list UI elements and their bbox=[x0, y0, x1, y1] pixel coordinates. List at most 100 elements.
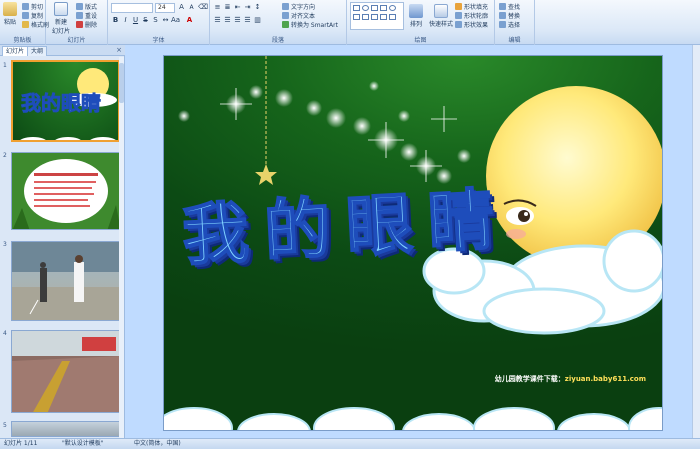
select-button[interactable]: 选择 bbox=[499, 20, 520, 29]
delete-slide-button[interactable]: 删除 bbox=[76, 20, 97, 29]
slide-thumbnail-5[interactable] bbox=[11, 421, 120, 437]
copy-icon bbox=[22, 12, 29, 19]
delete-icon bbox=[76, 21, 83, 28]
shadow-button[interactable]: S bbox=[151, 16, 160, 25]
numbering-icon[interactable]: ≣ bbox=[223, 3, 232, 12]
paragraph-group: ≡ ≣ ⇤ ⇥ ↕ ☰ ☰ ☰ ☰ ▥ 文字方向 对齐文本 转换为 SmartA… bbox=[210, 0, 347, 45]
arrange-button[interactable]: 排列 bbox=[409, 4, 423, 28]
text-direction-button[interactable]: 文字方向 bbox=[282, 2, 315, 11]
smartart-icon bbox=[282, 21, 289, 28]
slide-canvas[interactable]: 我的眼睛 幼儿园教学课件下载：ziyuan.baby611.com bbox=[163, 55, 663, 431]
smartart-button[interactable]: 转换为 SmartArt bbox=[282, 20, 338, 29]
shrink-font-button[interactable]: A bbox=[187, 3, 196, 12]
thumb-number: 2 bbox=[3, 152, 7, 159]
italic-button[interactable]: I bbox=[121, 16, 130, 25]
spacing-button[interactable]: ↔ bbox=[161, 16, 170, 25]
underline-button[interactable]: U bbox=[131, 16, 140, 25]
bold-button[interactable]: B bbox=[111, 16, 120, 25]
format-painter-button[interactable]: 格式刷 bbox=[22, 20, 49, 29]
increase-indent-icon[interactable]: ⇥ bbox=[243, 3, 252, 12]
slide-editing-area: 我的眼睛 幼儿园教学课件下载：ziyuan.baby611.com bbox=[126, 45, 700, 438]
star-shape-icon[interactable] bbox=[371, 14, 378, 20]
brace-shape-icon[interactable] bbox=[380, 14, 387, 20]
group-label-slides: 幻灯片 bbox=[67, 37, 86, 44]
new-slide-icon bbox=[54, 2, 68, 16]
font-size-combo[interactable]: 24 bbox=[155, 3, 175, 13]
slide-thumbnail-2[interactable] bbox=[11, 152, 120, 230]
slide-thumbnail-3[interactable] bbox=[11, 241, 120, 321]
slide-panel: 幻灯片 大纲 × 1 我的眼睛 2 3 4 5 bbox=[0, 45, 125, 438]
replace-icon bbox=[499, 12, 506, 19]
align-text-button[interactable]: 对齐文本 bbox=[282, 11, 315, 20]
language-indicator[interactable]: 中文(简体，中国) bbox=[134, 439, 181, 449]
thumb-number: 4 bbox=[3, 330, 7, 337]
pen-icon bbox=[455, 12, 462, 19]
oval-shape-icon[interactable] bbox=[362, 5, 369, 11]
rounded-rect-shape-icon[interactable] bbox=[362, 14, 369, 20]
align-left-icon[interactable]: ☰ bbox=[213, 16, 222, 25]
quick-styles-icon bbox=[434, 4, 448, 18]
scissors-icon bbox=[22, 3, 29, 10]
arrange-icon bbox=[409, 4, 423, 18]
font-color-button[interactable]: A bbox=[185, 16, 194, 25]
shape-fill-button[interactable]: 形状填充 bbox=[455, 2, 488, 11]
layout-button[interactable]: 版式 bbox=[76, 2, 97, 11]
bottom-clouds bbox=[164, 407, 662, 430]
reset-button[interactable]: 重设 bbox=[76, 11, 97, 20]
thumb-number: 1 bbox=[3, 62, 7, 69]
effects-icon bbox=[455, 21, 462, 28]
new-slide-button[interactable]: 新建 幻灯片 bbox=[52, 2, 70, 35]
editor-scrollbar[interactable] bbox=[692, 45, 700, 438]
shapes-gallery[interactable] bbox=[350, 2, 404, 30]
watermark-url: ziyuan.baby611.com bbox=[564, 375, 646, 383]
panel-scrollbar[interactable] bbox=[119, 57, 124, 438]
panel-tabs: 幻灯片 大纲 × bbox=[0, 45, 125, 56]
theme-name: "默认设计模板" bbox=[62, 440, 104, 447]
slide-thumbnail-4[interactable] bbox=[11, 330, 120, 413]
editing-group: 查找 替换 选择 编辑 bbox=[495, 0, 535, 45]
thumb-number: 5 bbox=[3, 422, 7, 429]
cut-button[interactable]: 剪切 bbox=[22, 2, 43, 11]
fill-bucket-icon bbox=[455, 3, 462, 10]
slide-counter: 幻灯片 1/11 bbox=[4, 440, 38, 447]
panel-scroll-thumb[interactable] bbox=[119, 63, 124, 103]
shape-outline-button[interactable]: 形状轮廓 bbox=[455, 11, 488, 20]
font-name-combo[interactable] bbox=[111, 3, 153, 13]
circle-shape-icon[interactable] bbox=[389, 5, 396, 11]
find-button[interactable]: 查找 bbox=[499, 2, 520, 11]
thumb-4-art bbox=[12, 331, 119, 412]
copy-button[interactable]: 复制 bbox=[22, 11, 43, 20]
group-label-clipboard: 剪贴板 bbox=[13, 37, 32, 44]
decrease-indent-icon[interactable]: ⇤ bbox=[233, 3, 242, 12]
columns-icon[interactable]: ▥ bbox=[253, 16, 262, 25]
paste-button[interactable]: 粘贴 bbox=[3, 2, 17, 26]
align-right-icon[interactable]: ☰ bbox=[233, 16, 242, 25]
slide-thumbnail-1[interactable]: 我的眼睛 bbox=[11, 60, 120, 142]
rectangle-shape-icon[interactable] bbox=[353, 5, 360, 11]
tab-outline[interactable]: 大纲 bbox=[27, 46, 48, 56]
arrow-shape-icon[interactable] bbox=[380, 5, 387, 11]
grow-font-button[interactable]: A bbox=[177, 3, 186, 12]
line-shape-icon[interactable] bbox=[371, 5, 378, 11]
slide-title[interactable]: 我的眼睛 bbox=[179, 165, 513, 278]
font-group: 24 A A ⌫ B I U S S ↔ Aa A 字体 bbox=[108, 0, 210, 45]
group-label-paragraph: 段落 bbox=[271, 37, 284, 44]
tab-slides[interactable]: 幻灯片 bbox=[2, 46, 29, 56]
brush-icon bbox=[22, 21, 29, 28]
triangle-shape-icon[interactable] bbox=[353, 14, 360, 20]
drawing-group: 排列 快速样式 形状填充 形状轮廓 形状效果 绘图 bbox=[347, 0, 495, 45]
strikethrough-button[interactable]: S bbox=[141, 16, 150, 25]
shape-effects-button[interactable]: 形状效果 bbox=[455, 20, 488, 29]
change-case-button[interactable]: Aa bbox=[171, 16, 180, 25]
line-spacing-icon[interactable]: ↕ bbox=[253, 3, 262, 12]
quick-styles-button[interactable]: 快速样式 bbox=[429, 4, 453, 28]
replace-button[interactable]: 替换 bbox=[499, 11, 520, 20]
clear-format-icon[interactable]: ⌫ bbox=[198, 3, 208, 12]
bullets-icon[interactable]: ≡ bbox=[213, 3, 222, 12]
justify-icon[interactable]: ☰ bbox=[243, 16, 252, 25]
group-label-editing: 编辑 bbox=[508, 37, 521, 44]
callout-shape-icon[interactable] bbox=[389, 14, 396, 20]
reset-icon bbox=[76, 12, 83, 19]
close-icon[interactable]: × bbox=[116, 46, 122, 54]
align-center-icon[interactable]: ☰ bbox=[223, 16, 232, 25]
